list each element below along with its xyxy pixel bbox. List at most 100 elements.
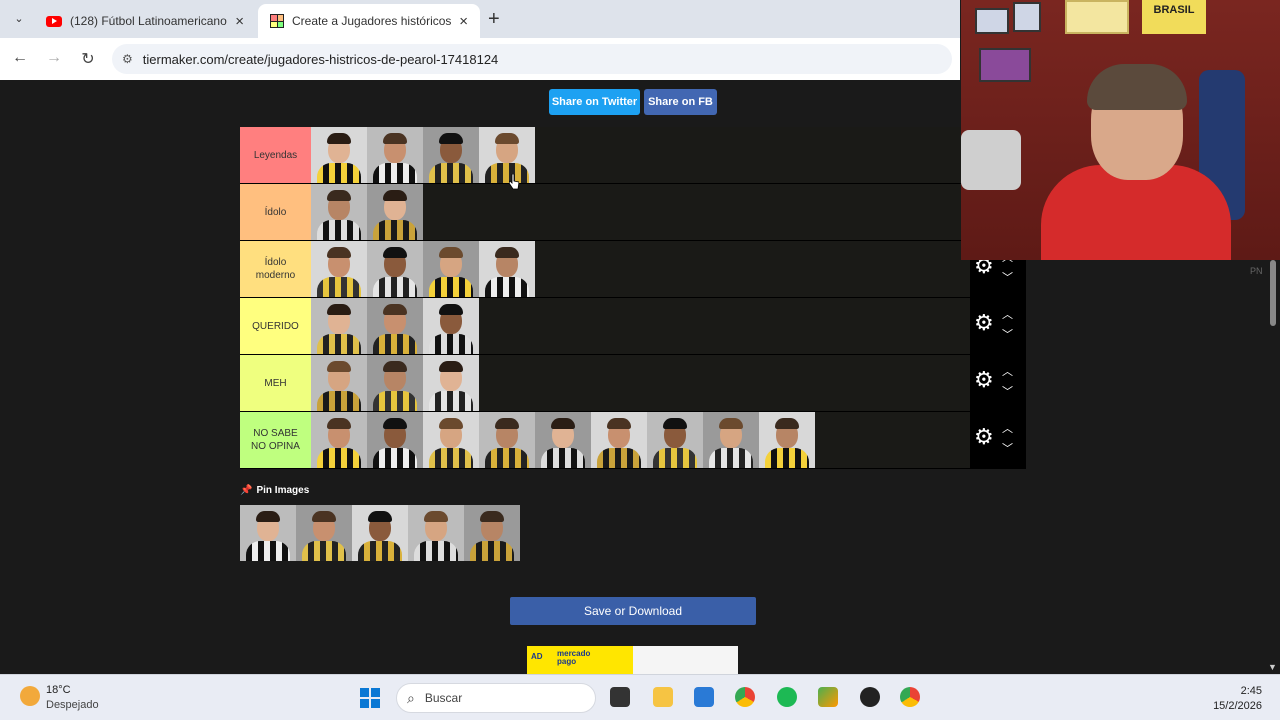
player-thumbnail[interactable] xyxy=(311,412,367,468)
webcam-overlay: BRASIL xyxy=(961,0,1280,260)
close-tab-icon[interactable]: × xyxy=(459,13,468,30)
chevron-up-icon[interactable]: ︿ xyxy=(1002,306,1013,322)
page-scrollbar[interactable] xyxy=(1266,260,1280,672)
chrome-icon[interactable] xyxy=(735,687,755,707)
search-icon: ⌕ xyxy=(407,689,415,706)
ad-banner[interactable]: AD mercado pago xyxy=(527,646,738,674)
tier-label[interactable]: NO SABE NO OPINA xyxy=(240,412,311,468)
tier-label[interactable]: Leyendas xyxy=(240,127,311,183)
url-bar[interactable]: ⚙ tiermaker.com/create/jugadores-histric… xyxy=(112,44,952,74)
player-thumbnail[interactable] xyxy=(367,298,423,354)
webcam-wall-photo xyxy=(979,48,1031,82)
bluestacks-icon[interactable] xyxy=(818,687,838,707)
spotify-icon[interactable] xyxy=(777,687,797,707)
player-thumbnail[interactable] xyxy=(423,127,479,183)
weather-temp[interactable]: 18°C xyxy=(46,684,71,696)
chevron-down-icon[interactable]: ﹀ xyxy=(1002,440,1013,456)
tab-tiermaker[interactable]: Create a Jugadores históricos d × xyxy=(258,4,480,38)
player-thumbnail[interactable] xyxy=(759,412,815,468)
file-explorer-icon[interactable] xyxy=(653,687,673,707)
player-thumbnail[interactable] xyxy=(296,505,352,561)
tier-label[interactable]: Ídolo moderno xyxy=(240,241,311,297)
player-thumbnail[interactable] xyxy=(367,184,423,240)
tier-controls: ⚙ ︿ ﹀ xyxy=(970,298,1026,355)
player-thumbnail[interactable] xyxy=(423,355,479,411)
chrome-profile-icon[interactable] xyxy=(900,687,920,707)
weather-moon-icon[interactable] xyxy=(20,686,40,706)
tier-controls: ⚙ ︿ ﹀ xyxy=(970,355,1026,412)
tier-row: QUERIDO xyxy=(240,298,970,355)
player-thumbnail[interactable] xyxy=(367,241,423,297)
player-thumbnail[interactable] xyxy=(311,355,367,411)
player-thumbnail[interactable] xyxy=(408,505,464,561)
chevron-down-icon[interactable]: ﹀ xyxy=(1002,326,1013,342)
player-thumbnail[interactable] xyxy=(703,412,759,468)
chevron-down-icon[interactable]: ﹀ xyxy=(1002,383,1013,399)
webcam-wall-photo xyxy=(1013,2,1041,32)
back-arrow-icon[interactable]: ← xyxy=(10,49,30,67)
taskbar-search[interactable]: ⌕ Buscar xyxy=(396,683,596,713)
ad-brand: mercado pago xyxy=(557,650,590,666)
forward-arrow-icon[interactable]: → xyxy=(44,49,64,67)
tier-label[interactable]: QUERIDO xyxy=(240,298,311,354)
player-thumbnail[interactable] xyxy=(311,184,367,240)
ad-tag: AD xyxy=(531,652,543,661)
player-thumbnail[interactable] xyxy=(591,412,647,468)
share-twitter-button[interactable]: Share on Twitter xyxy=(549,89,640,115)
taskbar: 18°C Despejado ⌕ Buscar 2:45 15/2/2026 xyxy=(0,674,1280,720)
player-thumbnail[interactable] xyxy=(479,241,535,297)
tier-items xyxy=(311,298,479,354)
tier-items xyxy=(311,241,535,297)
scroll-down-arrow-icon[interactable]: ▼ xyxy=(1268,662,1277,672)
player-thumbnail[interactable] xyxy=(352,505,408,561)
player-thumbnail[interactable] xyxy=(367,127,423,183)
tier-row: MEH xyxy=(240,355,970,412)
task-view-icon[interactable] xyxy=(610,687,630,707)
chevron-down-icon[interactable]: ﹀ xyxy=(1002,269,1013,285)
close-tab-icon[interactable]: × xyxy=(235,13,244,30)
webcam-wall-photo xyxy=(975,8,1009,34)
scrollbar-thumb[interactable] xyxy=(1270,260,1276,326)
chevron-up-icon[interactable]: ︿ xyxy=(1002,420,1013,436)
gear-icon[interactable]: ⚙ xyxy=(974,369,994,391)
save-download-button[interactable]: Save or Download xyxy=(510,597,756,625)
player-thumbnail[interactable] xyxy=(240,505,296,561)
webcam-person-hair xyxy=(1087,64,1187,110)
tier-items xyxy=(311,127,535,183)
reload-icon[interactable]: ↻ xyxy=(78,49,98,69)
player-thumbnail[interactable] xyxy=(423,412,479,468)
player-thumbnail[interactable] xyxy=(479,412,535,468)
player-thumbnail[interactable] xyxy=(311,127,367,183)
player-thumbnail[interactable] xyxy=(311,241,367,297)
gear-icon[interactable]: ⚙ xyxy=(974,426,994,448)
chevron-up-icon[interactable]: ︿ xyxy=(1002,363,1013,379)
player-thumbnail[interactable] xyxy=(647,412,703,468)
player-thumbnail[interactable] xyxy=(479,127,535,183)
tier-controls: ⚙ ︿ ﹀ xyxy=(970,412,1026,469)
start-windows-icon[interactable] xyxy=(360,688,380,708)
player-thumbnail[interactable] xyxy=(311,298,367,354)
player-thumbnail[interactable] xyxy=(423,241,479,297)
clock-time[interactable]: 2:45 xyxy=(1222,685,1262,697)
player-thumbnail[interactable] xyxy=(423,298,479,354)
new-tab-plus-icon[interactable]: + xyxy=(488,8,500,31)
clock-date[interactable]: 15/2/2026 xyxy=(1198,700,1262,712)
pin-images-label: 📌 Pin Images xyxy=(240,485,309,496)
player-thumbnail[interactable] xyxy=(367,355,423,411)
outlook-icon[interactable] xyxy=(694,687,714,707)
weather-condition[interactable]: Despejado xyxy=(46,699,99,711)
player-thumbnail[interactable] xyxy=(464,505,520,561)
tab-search-chevron-icon[interactable]: ⌄ xyxy=(8,8,30,30)
tier-label[interactable]: Ídolo xyxy=(240,184,311,240)
tier-label[interactable]: MEH xyxy=(240,355,311,411)
site-settings-icon[interactable]: ⚙ xyxy=(122,52,133,66)
tier-row: NO SABE NO OPINA xyxy=(240,412,970,469)
tier-row: Ídolo moderno xyxy=(240,241,970,298)
tab-youtube[interactable]: (128) Fútbol Latinoamericano C × xyxy=(34,4,256,38)
share-facebook-button[interactable]: Share on FB xyxy=(644,89,717,115)
player-thumbnail[interactable] xyxy=(367,412,423,468)
player-thumbnail[interactable] xyxy=(535,412,591,468)
address-toolbar: ← → ↻ ⚙ tiermaker.com/create/jugadores-h… xyxy=(0,38,960,80)
gear-icon[interactable]: ⚙ xyxy=(974,312,994,334)
recording-app-icon[interactable] xyxy=(860,687,880,707)
